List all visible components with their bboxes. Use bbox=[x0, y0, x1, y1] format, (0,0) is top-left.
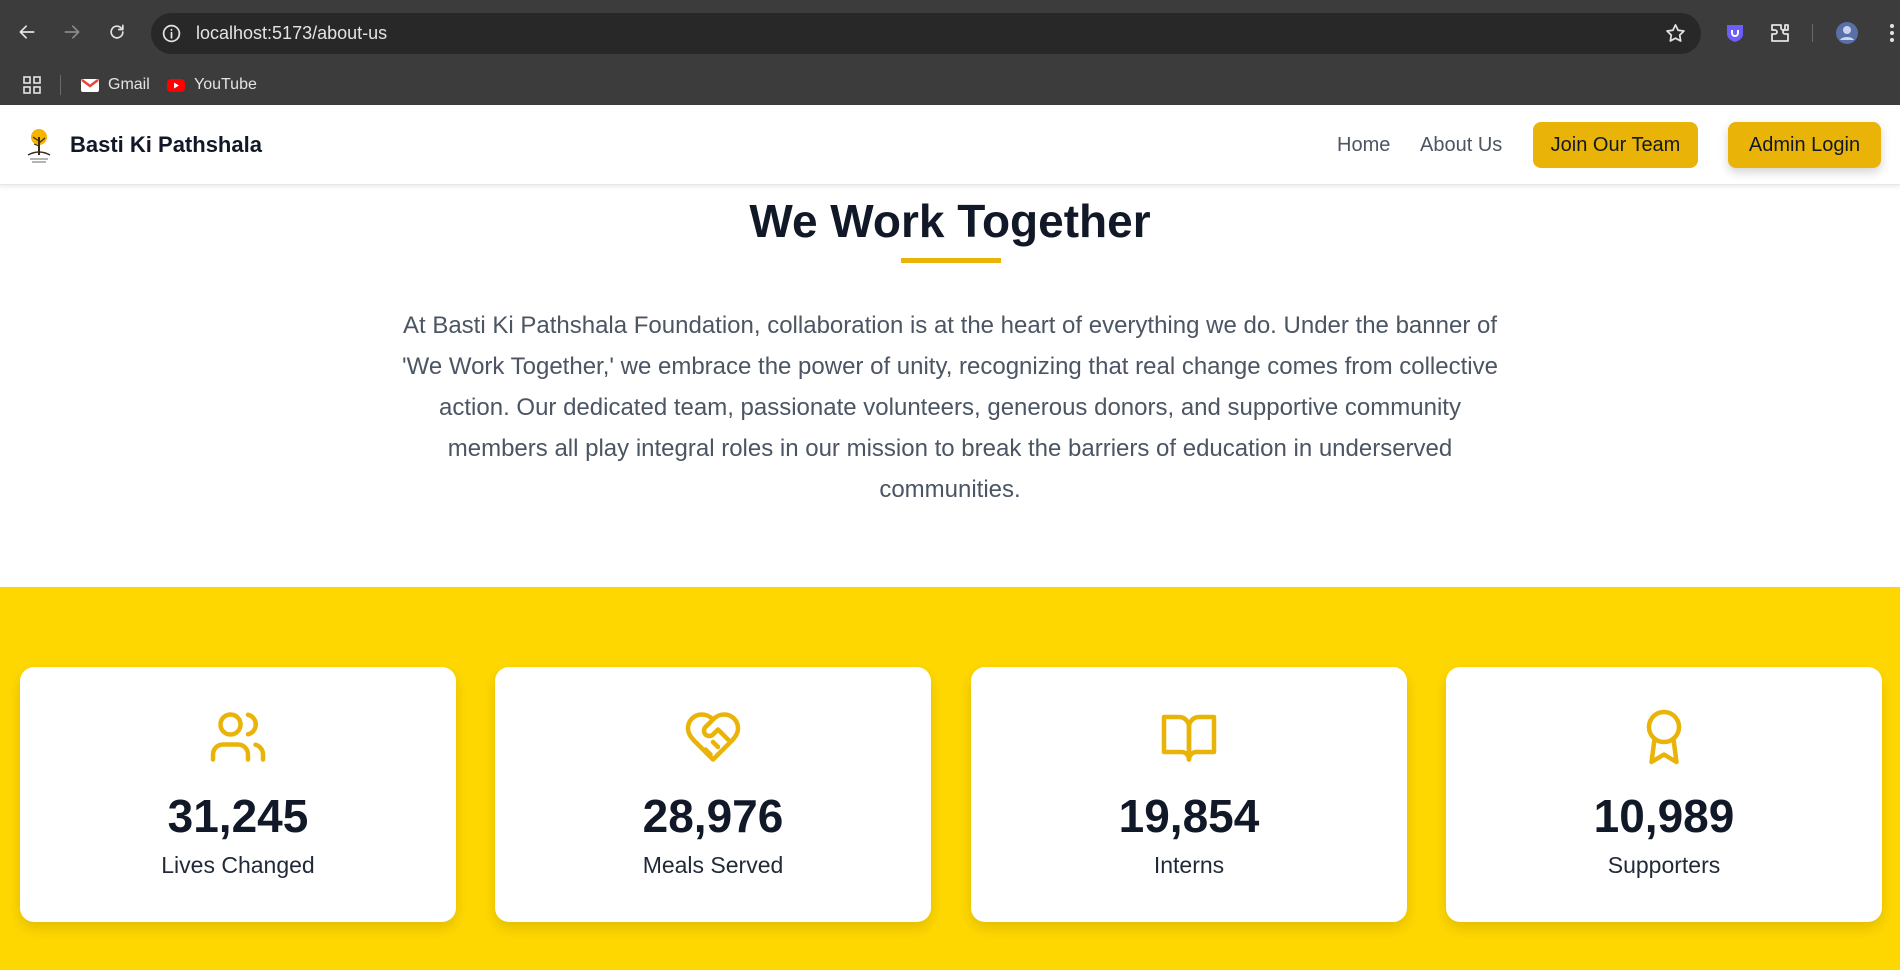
tree-logo-icon[interactable] bbox=[20, 125, 58, 165]
stat-card-meals-served: 28,976 Meals Served bbox=[495, 667, 931, 922]
nav-home-link[interactable]: Home bbox=[1337, 105, 1390, 185]
stat-value: 10,989 bbox=[1593, 790, 1735, 842]
nav-about-link[interactable]: About Us bbox=[1420, 105, 1502, 185]
extensions-puzzle-icon[interactable] bbox=[1768, 21, 1792, 45]
award-ribbon-icon bbox=[1646, 709, 1682, 765]
browser-toolbar: localhost:5173/about-us bbox=[0, 0, 1900, 66]
stat-card-interns: 19,854 Interns bbox=[971, 667, 1407, 922]
stat-card-lives-changed: 31,245 Lives Changed bbox=[20, 667, 456, 922]
reload-icon bbox=[110, 24, 124, 39]
stat-label: Supporters bbox=[1607, 852, 1721, 878]
stat-value: 28,976 bbox=[642, 790, 784, 842]
bookmark-gmail[interactable]: Gmail bbox=[80, 74, 150, 96]
title-underline bbox=[901, 258, 1001, 263]
toolbar-divider bbox=[1812, 24, 1813, 42]
site-header: Basti Ki Pathshala Home About Us Join Ou… bbox=[0, 105, 1900, 185]
gmail-icon bbox=[81, 79, 99, 92]
forward-button[interactable] bbox=[57, 17, 87, 47]
admin-login-button[interactable]: Admin Login bbox=[1728, 122, 1881, 168]
stat-card-supporters: 10,989 Supporters bbox=[1446, 667, 1882, 922]
stat-label: Meals Served bbox=[642, 852, 784, 878]
site-info-icon[interactable] bbox=[161, 23, 182, 44]
stat-label: Interns bbox=[1153, 852, 1225, 878]
brand-name[interactable]: Basti Ki Pathshala bbox=[70, 105, 262, 185]
join-our-team-button[interactable]: Join Our Team bbox=[1533, 122, 1698, 168]
arrow-right-icon bbox=[64, 25, 80, 39]
intro-paragraph: At Basti Ki Pathshala Foundation, collab… bbox=[402, 312, 1498, 503]
bookmark-star-icon[interactable] bbox=[1664, 22, 1687, 45]
users-icon bbox=[210, 712, 266, 762]
youtube-icon bbox=[167, 79, 185, 92]
open-book-icon bbox=[1161, 714, 1217, 762]
stat-value: 19,854 bbox=[1118, 790, 1260, 842]
menu-kebab-icon[interactable] bbox=[1880, 21, 1900, 45]
bookmarks-divider bbox=[60, 75, 61, 95]
handshake-heart-icon bbox=[685, 712, 741, 762]
bookmarks-bar: Gmail YouTube bbox=[0, 66, 1900, 105]
apps-grid-icon bbox=[23, 76, 41, 94]
reload-button[interactable] bbox=[102, 17, 132, 47]
bookmark-label: Gmail bbox=[108, 76, 150, 93]
bookmark-label: YouTube bbox=[194, 76, 257, 93]
stat-label: Lives Changed bbox=[161, 852, 315, 878]
arrow-left-icon bbox=[19, 25, 35, 39]
url-text[interactable]: localhost:5173/about-us bbox=[196, 13, 387, 54]
back-button[interactable] bbox=[12, 17, 42, 47]
bookmark-youtube[interactable]: YouTube bbox=[166, 74, 257, 96]
address-bar[interactable]: localhost:5173/about-us bbox=[151, 13, 1701, 54]
profile-avatar-icon[interactable] bbox=[1835, 21, 1859, 45]
apps-button[interactable] bbox=[22, 74, 50, 96]
stats-section: 31,245 Lives Changed 28,976 Meals Served… bbox=[0, 587, 1900, 970]
page-title: We Work Together bbox=[749, 195, 1151, 247]
extension-shield-icon[interactable] bbox=[1723, 21, 1747, 45]
stat-value: 31,245 bbox=[167, 790, 309, 842]
